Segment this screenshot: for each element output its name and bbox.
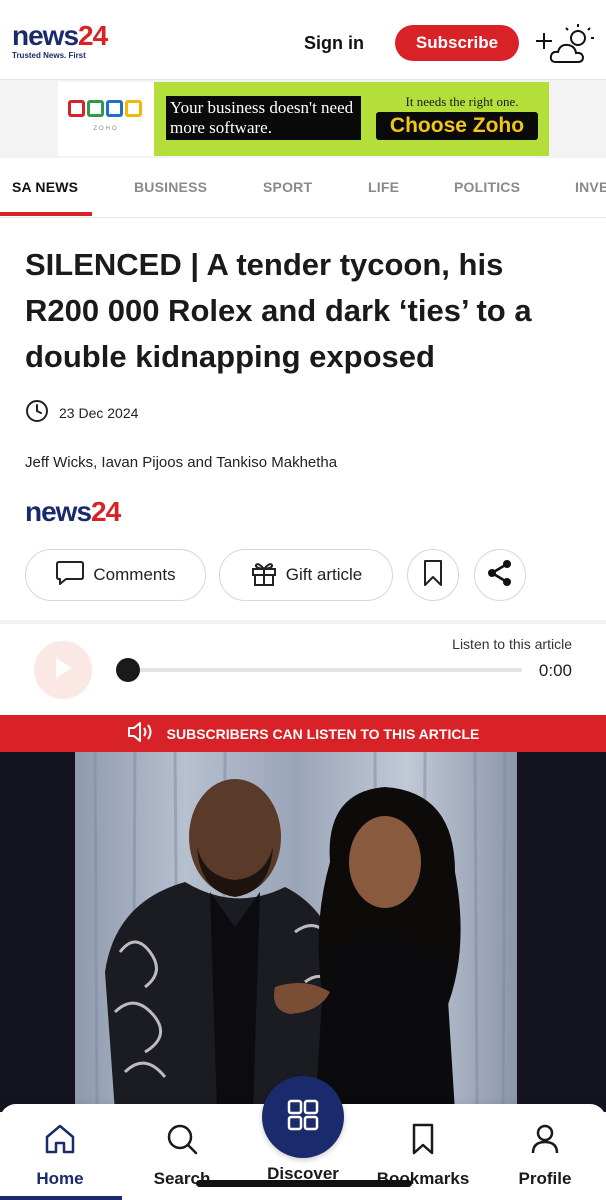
gift-label: Gift article xyxy=(285,565,363,584)
share-button[interactable] xyxy=(474,549,526,601)
nav-bookmarks[interactable]: Bookmarks xyxy=(373,1122,473,1189)
article-date: 23 Dec 2024 xyxy=(25,399,138,426)
bookmark-icon xyxy=(422,559,444,592)
article-photo[interactable] xyxy=(75,752,517,1112)
audio-progress-track[interactable] xyxy=(118,668,522,672)
clock-icon xyxy=(25,399,49,426)
speaker-icon xyxy=(127,721,155,746)
top-header: news24 Trusted News. First Sign in Subsc… xyxy=(0,0,606,80)
bookmark-button[interactable] xyxy=(407,549,459,601)
ad-cta-button[interactable]: Choose Zoho xyxy=(376,112,538,140)
zoho-caption: ZOHO xyxy=(93,126,119,132)
nav-home[interactable]: Home xyxy=(10,1122,110,1189)
comments-label: Comments xyxy=(93,565,176,584)
discover-button[interactable] xyxy=(262,1076,344,1158)
comments-button[interactable]: Comments xyxy=(25,549,206,601)
logo-wordmark: news24 xyxy=(12,20,108,51)
nav-home-label: Home xyxy=(36,1169,84,1188)
tab-investing[interactable]: INVE xyxy=(575,179,606,195)
news24-logo[interactable]: news24 Trusted News. First xyxy=(12,20,108,61)
nav-search[interactable]: Search xyxy=(132,1122,232,1189)
source-news-text: news xyxy=(25,496,92,527)
subscribers-banner-text: SUBSCRIBERS CAN LISTEN TO THIS ARTICLE xyxy=(166,725,480,742)
nav-active-indicator xyxy=(0,1196,122,1200)
ad-headline: Your business doesn't need more software… xyxy=(166,96,361,140)
tab-life[interactable]: LIFE xyxy=(368,179,399,195)
grid-icon xyxy=(286,1098,320,1137)
subscribe-button[interactable]: Subscribe xyxy=(395,25,519,61)
play-button[interactable] xyxy=(34,641,92,699)
nav-profile[interactable]: Profile xyxy=(495,1122,595,1189)
logo-num-text: 24 xyxy=(78,20,108,51)
audio-time: 0:00 xyxy=(538,661,572,680)
audio-scrubber-handle[interactable] xyxy=(116,658,140,682)
ad-subline: It needs the right one. xyxy=(405,94,519,109)
share-icon xyxy=(486,559,514,592)
active-tab-indicator xyxy=(0,212,92,216)
advertisement[interactable]: ZOHO Your business doesn't need more sof… xyxy=(0,80,606,158)
comment-icon xyxy=(55,559,85,592)
gift-article-button[interactable]: Gift article xyxy=(219,549,393,601)
audio-divider xyxy=(0,620,606,624)
section-nav: SA NEWS BUSINESS SPORT LIFE POLITICS INV… xyxy=(0,158,606,218)
tab-business[interactable]: BUSINESS xyxy=(134,179,207,195)
search-icon xyxy=(165,1124,199,1160)
article-image-frame xyxy=(0,752,606,1112)
tab-sport[interactable]: SPORT xyxy=(263,179,312,195)
zoho-logo-icon xyxy=(68,100,142,117)
logo-tagline: Trusted News. First xyxy=(12,51,86,60)
article-authors[interactable]: Jeff Wicks, Iavan Pijoos and Tankiso Mak… xyxy=(25,454,337,471)
profile-icon xyxy=(528,1124,562,1160)
listen-label: Listen to this article xyxy=(452,636,572,652)
date-text: 23 Dec 2024 xyxy=(59,404,139,421)
gift-icon xyxy=(250,559,278,592)
sign-in-link[interactable]: Sign in xyxy=(304,33,364,54)
zoho-logo: ZOHO xyxy=(58,82,154,156)
home-icon xyxy=(43,1124,77,1160)
subscribers-banner[interactable]: SUBSCRIBERS CAN LISTEN TO THIS ARTICLE xyxy=(0,715,606,752)
tab-politics[interactable]: POLITICS xyxy=(454,179,520,195)
article-headline: SILENCED | A tender tycoon, his R200 000… xyxy=(25,247,532,374)
nav-profile-label: Profile xyxy=(518,1169,572,1188)
source-num-text: 24 xyxy=(91,496,121,527)
weather-add-icon[interactable] xyxy=(534,22,598,66)
bookmark-icon xyxy=(406,1123,440,1160)
home-indicator xyxy=(196,1180,412,1187)
play-icon xyxy=(52,656,74,685)
ad-banner[interactable]: Your business doesn't need more software… xyxy=(154,82,549,156)
source-logo: news24 xyxy=(25,496,121,528)
logo-news-text: news xyxy=(12,20,79,51)
tab-sa-news[interactable]: SA NEWS xyxy=(12,179,78,195)
